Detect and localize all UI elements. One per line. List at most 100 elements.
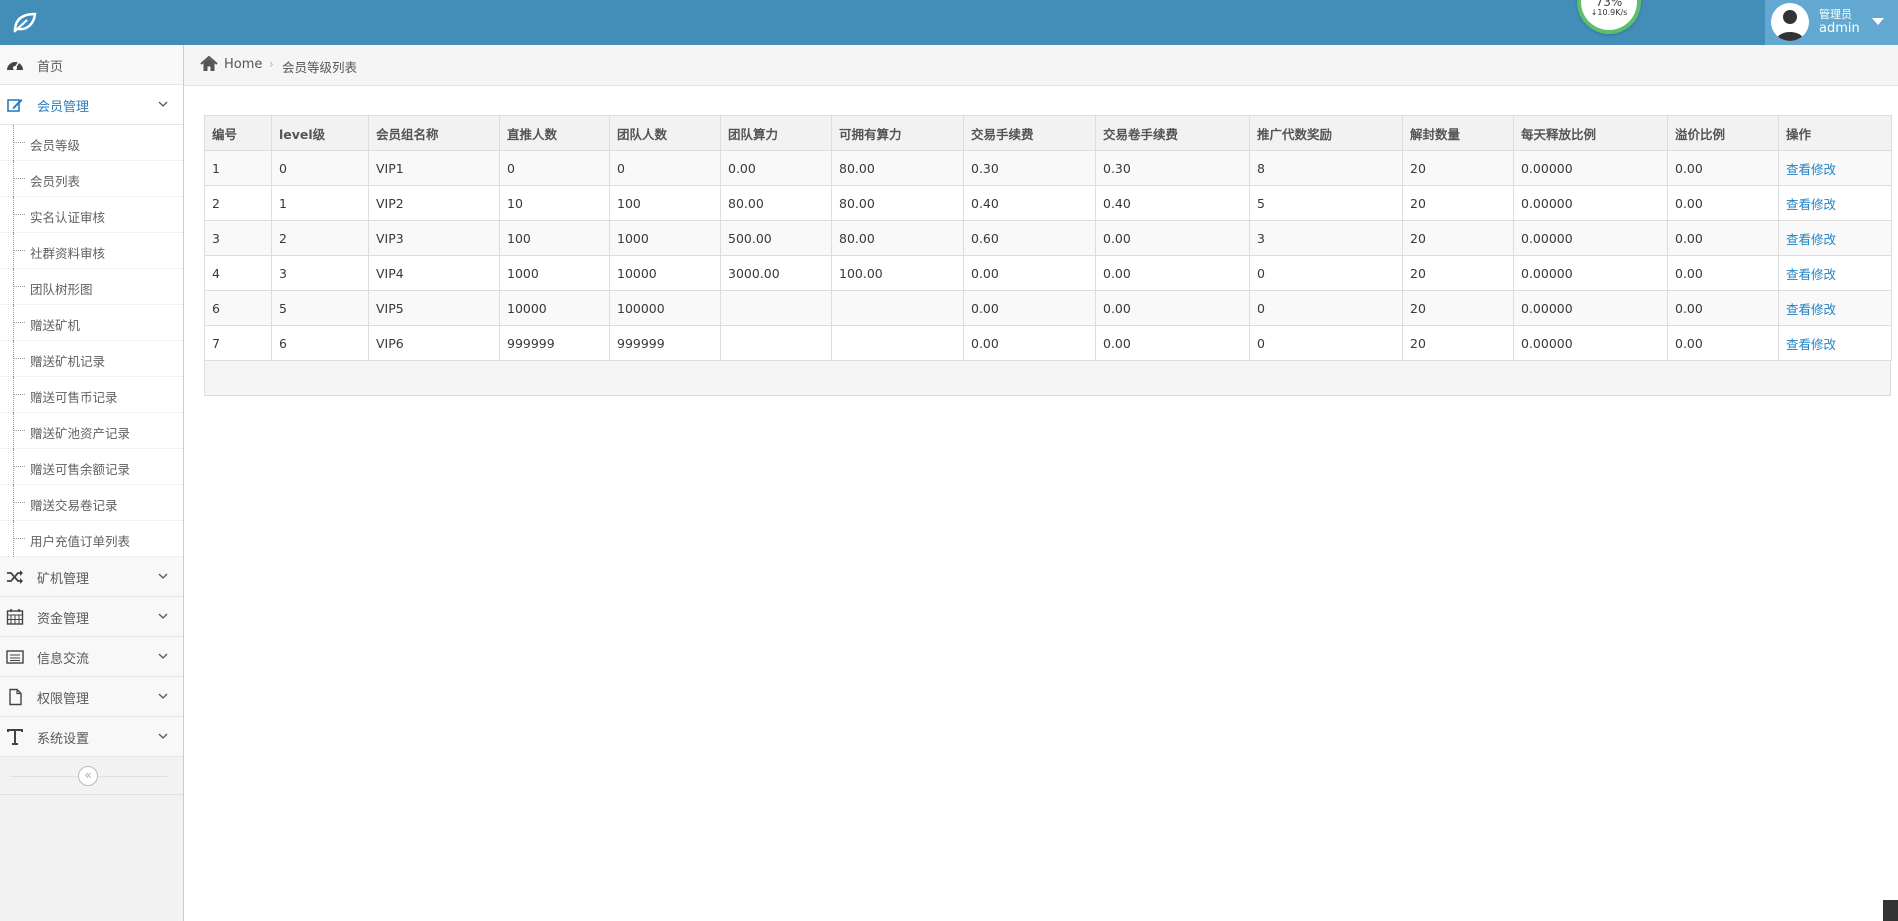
submenu-label: 会员等级 bbox=[30, 138, 81, 153]
table-cell: 0 bbox=[271, 150, 369, 186]
submenu-item[interactable]: 实名认证审核 bbox=[0, 197, 183, 233]
table-cell: 5 bbox=[271, 290, 369, 326]
submenu-item[interactable]: 社群资料审核 bbox=[0, 233, 183, 269]
member-level-table: 编号 level级 会员组名称 直推人数 团队人数 团队算力 可拥有算力 交易手… bbox=[204, 115, 1892, 361]
sidebar: 首页 会员管理 会员等级 会员列表 实名认证审核 社群资料审核 团队树形图 赠送… bbox=[0, 45, 184, 921]
submenu-item[interactable]: 会员列表 bbox=[0, 161, 183, 197]
submenu-label: 赠送矿机 bbox=[30, 318, 81, 333]
submenu-item[interactable]: 赠送矿池资产记录 bbox=[0, 413, 183, 449]
table-cell bbox=[831, 325, 964, 361]
table-cell bbox=[720, 290, 832, 326]
submenu-item[interactable]: 赠送可售币记录 bbox=[0, 377, 183, 413]
user-name: admin bbox=[1819, 21, 1860, 36]
sidebar-item-home[interactable]: 首页 bbox=[0, 45, 183, 85]
submenu-label: 赠送可售币记录 bbox=[30, 390, 118, 405]
submenu-item[interactable]: 赠送矿机记录 bbox=[0, 341, 183, 377]
submenu-item[interactable]: 用户充值订单列表 bbox=[0, 521, 183, 557]
submenu-label: 赠送矿池资产记录 bbox=[30, 426, 131, 441]
table-cell: 100 bbox=[609, 185, 721, 221]
shuffle-icon bbox=[7, 570, 23, 584]
column-header: 会员组名称 bbox=[368, 115, 500, 151]
sidebar-item-funds-mgmt[interactable]: 资金管理 bbox=[0, 597, 183, 637]
sidebar-item-member-mgmt[interactable]: 会员管理 bbox=[0, 85, 183, 125]
double-chevron-left-icon[interactable]: « bbox=[78, 766, 98, 786]
view-edit-link[interactable]: 查看修改 bbox=[1778, 255, 1892, 291]
member-level-table-container: 编号 level级 会员组名称 直推人数 团队人数 团队算力 可拥有算力 交易手… bbox=[204, 115, 1892, 396]
view-edit-link[interactable]: 查看修改 bbox=[1778, 325, 1892, 361]
table-cell: 80.00 bbox=[831, 220, 964, 256]
submenu-item[interactable]: 赠送交易卷记录 bbox=[0, 485, 183, 521]
leaf-logo-icon[interactable] bbox=[10, 8, 40, 36]
submenu-item[interactable]: 赠送可售余额记录 bbox=[0, 449, 183, 485]
table-cell: 20 bbox=[1402, 185, 1514, 221]
calendar-icon bbox=[6, 609, 24, 625]
table-row: 3 2 VIP3 100 1000 500.00 80.00 0.60 0.00 3 20 0.000… bbox=[204, 220, 1892, 256]
table-header-row: 编号 level级 会员组名称 直推人数 团队人数 团队算力 可拥有算力 交易手… bbox=[204, 115, 1892, 151]
table-cell: 6 bbox=[204, 290, 272, 326]
user-menu[interactable]: 管理员 admin bbox=[1765, 0, 1898, 45]
submenu-label: 团队树形图 bbox=[30, 282, 93, 297]
table-cell: 0.00000 bbox=[1513, 185, 1668, 221]
table-cell: 0.00000 bbox=[1513, 290, 1668, 326]
text-icon bbox=[7, 729, 23, 745]
caret-down-icon[interactable] bbox=[1872, 18, 1884, 25]
submenu-item[interactable]: 会员等级 bbox=[0, 125, 183, 161]
table-cell: 8 bbox=[1249, 150, 1403, 186]
table-row: 4 3 VIP4 1000 10000 3000.00 100.00 0.00 0.00 0 20 0… bbox=[204, 255, 1892, 291]
table-cell: 0 bbox=[1249, 290, 1403, 326]
table-cell: VIP6 bbox=[368, 325, 500, 361]
table-cell: 100 bbox=[499, 220, 610, 256]
column-header: level级 bbox=[271, 115, 369, 151]
table-cell: 0.00000 bbox=[1513, 220, 1668, 256]
sidebar-item-info-exchange[interactable]: 信息交流 bbox=[0, 637, 183, 677]
table-cell: VIP5 bbox=[368, 290, 500, 326]
table-cell: 0.00 bbox=[1095, 325, 1250, 361]
file-icon bbox=[9, 688, 22, 706]
table-cell bbox=[720, 325, 832, 361]
column-header: 操作 bbox=[1778, 115, 1892, 151]
breadcrumb-current: 会员等级列表 bbox=[282, 60, 358, 75]
view-edit-link[interactable]: 查看修改 bbox=[1778, 220, 1892, 256]
table-cell: 0.30 bbox=[963, 150, 1096, 186]
table-cell: 0.00 bbox=[963, 325, 1096, 361]
chevron-down-icon bbox=[158, 573, 168, 579]
sidebar-item-label: 资金管理 bbox=[37, 612, 90, 627]
view-edit-link[interactable]: 查看修改 bbox=[1778, 290, 1892, 326]
table-cell: VIP3 bbox=[368, 220, 500, 256]
table-cell: 80.00 bbox=[831, 150, 964, 186]
chevron-down-icon bbox=[158, 101, 168, 107]
column-header: 团队人数 bbox=[609, 115, 721, 151]
table-row: 7 6 VIP6 999999 999999 0.00 0.00 0 20 0.00000 0.00… bbox=[204, 325, 1892, 361]
column-header: 可拥有算力 bbox=[831, 115, 964, 151]
sidebar-item-system-settings[interactable]: 系统设置 bbox=[0, 717, 183, 757]
table-cell: VIP2 bbox=[368, 185, 500, 221]
table-cell: 0.30 bbox=[1095, 150, 1250, 186]
sidebar-item-permission-mgmt[interactable]: 权限管理 bbox=[0, 677, 183, 717]
member-submenu: 会员等级 会员列表 实名认证审核 社群资料审核 团队树形图 赠送矿机 赠送矿机记… bbox=[0, 125, 183, 557]
dashboard-icon bbox=[7, 61, 23, 70]
table-cell: 0 bbox=[609, 150, 721, 186]
sidebar-item-miner-mgmt[interactable]: 矿机管理 bbox=[0, 557, 183, 597]
table-cell: 0.00 bbox=[1095, 220, 1250, 256]
table-cell: 3 bbox=[204, 220, 272, 256]
view-edit-link[interactable]: 查看修改 bbox=[1778, 150, 1892, 186]
column-header: 团队算力 bbox=[720, 115, 832, 151]
home-icon[interactable] bbox=[200, 56, 218, 72]
top-navbar: 73% ↓10.9K/s 管理员 admin bbox=[0, 0, 1898, 45]
table-cell: 6 bbox=[271, 325, 369, 361]
column-header: 推广代数奖励 bbox=[1249, 115, 1403, 151]
table-cell: 0.00000 bbox=[1513, 255, 1668, 291]
submenu-item[interactable]: 赠送矿机 bbox=[0, 305, 183, 341]
table-cell: 0.00 bbox=[1667, 290, 1779, 326]
column-header: 编号 bbox=[204, 115, 272, 151]
submenu-item[interactable]: 团队树形图 bbox=[0, 269, 183, 305]
resize-corner-icon bbox=[1883, 900, 1898, 921]
column-header: 直推人数 bbox=[499, 115, 610, 151]
table-cell: 0.00 bbox=[963, 255, 1096, 291]
table-cell: 0.40 bbox=[1095, 185, 1250, 221]
table-cell: 0.00 bbox=[720, 150, 832, 186]
view-edit-link[interactable]: 查看修改 bbox=[1778, 185, 1892, 221]
table-cell: 5 bbox=[1249, 185, 1403, 221]
column-header: 每天释放比例 bbox=[1513, 115, 1668, 151]
breadcrumb-home-link[interactable]: Home bbox=[224, 57, 262, 72]
